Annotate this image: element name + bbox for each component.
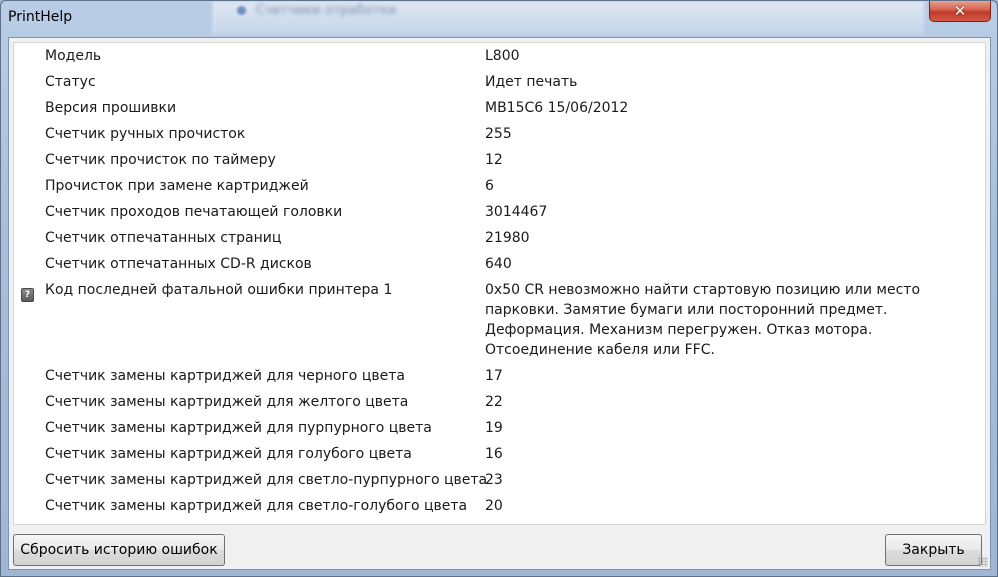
- property-name: Счетчик замены картриджей для голубого ц…: [45, 446, 412, 462]
- row-icon-cell: [21, 127, 35, 141]
- row-icon-cell: [21, 205, 35, 219]
- property-row[interactable]: Счетчик отпечатанных страниц 21980: [14, 225, 985, 251]
- property-value: 255: [485, 126, 512, 142]
- row-icon-cell: ?: [21, 283, 35, 302]
- property-value: MB15C6 15/06/2012: [485, 100, 629, 116]
- close-icon: ✕: [953, 2, 967, 20]
- property-value: 640: [485, 256, 512, 272]
- property-row[interactable]: Счетчик замены картриджей для пурпурного…: [14, 415, 985, 441]
- help-icon[interactable]: ?: [21, 288, 34, 302]
- property-value: 17: [485, 368, 503, 384]
- printhelp-window: Счетчики отработки PrintHelp ✕ Модель L80…: [0, 0, 998, 577]
- row-icon-cell: [21, 447, 35, 461]
- property-name: Счетчик отпечатанных страниц: [45, 230, 282, 246]
- property-value: 12: [485, 152, 503, 168]
- property-name: Счетчик замены картриджей для светло-пур…: [45, 472, 488, 488]
- row-icon-cell: [21, 395, 35, 409]
- property-name: Счетчик прочисток по таймеру: [45, 152, 276, 168]
- row-icon-cell: [21, 257, 35, 271]
- property-row[interactable]: ? Код последней фатальной ошибки принтера…: [14, 277, 985, 363]
- property-name: Счетчик отпечатанных CD-R дисков: [45, 256, 312, 272]
- window-title: PrintHelp: [8, 9, 73, 25]
- property-row[interactable]: Счетчик замены картриджей для черного цв…: [14, 363, 985, 389]
- row-icon-cell: [21, 369, 35, 383]
- property-name: Счетчик ручных прочисток: [45, 126, 246, 142]
- property-row[interactable]: Счетчик замены картриджей для желтого цв…: [14, 389, 985, 415]
- property-name: Счетчик замены картриджей для черного цв…: [45, 368, 405, 384]
- property-value: Идет печать: [485, 74, 578, 90]
- property-row[interactable]: Счетчик замены картриджей для светло-гол…: [14, 493, 985, 519]
- row-icon-cell: [21, 179, 35, 193]
- title-bar[interactable]: Счетчики отработки PrintHelp ✕: [1, 1, 997, 37]
- property-row[interactable]: Версия прошивки MB15C6 15/06/2012: [14, 95, 985, 121]
- property-value: 16: [485, 446, 503, 462]
- row-icon-cell: [21, 499, 35, 513]
- property-value: 22: [485, 394, 503, 410]
- property-row[interactable]: Счетчик прочисток по таймеру 12: [14, 147, 985, 173]
- property-name: Счетчик замены картриджей для светло-гол…: [45, 498, 468, 514]
- property-name: Модель: [45, 48, 102, 64]
- property-name: Счетчик проходов печатающей головки: [45, 204, 343, 220]
- property-value: L800: [485, 48, 520, 64]
- property-value: 3014467: [485, 204, 548, 220]
- property-name: Версия прошивки: [45, 100, 177, 116]
- row-icon-cell: [21, 101, 35, 115]
- property-row[interactable]: Счетчик ручных прочисток 255: [14, 121, 985, 147]
- row-icon-cell: [21, 153, 35, 167]
- property-name: Счетчик замены картриджей для пурпурного…: [45, 420, 432, 436]
- property-row[interactable]: Статус Идет печать: [14, 69, 985, 95]
- property-name: Серийный номер: [45, 522, 170, 524]
- property-row[interactable]: Счетчик замены картриджей для голубого ц…: [14, 441, 985, 467]
- property-row[interactable]: Счетчик замены картриджей для светло-пур…: [14, 467, 985, 493]
- row-icon-cell: [21, 231, 35, 245]
- background-window-title: Счетчики отработки: [256, 3, 397, 18]
- background-window-icon: [237, 6, 246, 15]
- property-row[interactable]: Модель L800: [14, 43, 985, 69]
- row-icon-cell: [21, 75, 35, 89]
- property-value: 20: [485, 498, 503, 514]
- resize-grip[interactable]: [978, 557, 988, 567]
- property-value: 23: [485, 472, 503, 488]
- property-value: 21980: [485, 230, 530, 246]
- row-icon-cell: [21, 473, 35, 487]
- property-name: Прочисток при замене картриджей: [45, 178, 309, 194]
- property-value: PKNK110768: [485, 522, 975, 524]
- close-button[interactable]: Закрыть: [885, 534, 982, 566]
- property-row[interactable]: Счетчик проходов печатающей головки 30144…: [14, 199, 985, 225]
- property-name: Код последней фатальной ошибки принтера …: [45, 282, 393, 298]
- property-name: Счетчик замены картриджей для желтого цв…: [45, 394, 409, 410]
- property-row[interactable]: Счетчик отпечатанных CD-R дисков 640: [14, 251, 985, 277]
- property-row[interactable]: Прочисток при замене картриджей 6: [14, 173, 985, 199]
- property-value: 0x50 CR невозможно найти стартовую позиц…: [485, 282, 921, 358]
- property-row[interactable]: Серийный номер PKNK110768: [14, 519, 985, 524]
- property-name: Статус: [45, 74, 96, 90]
- property-value: 6: [485, 178, 494, 194]
- properties-grid: Модель L800 Статус Идет печать Версия прошив…: [13, 42, 986, 525]
- window-close-button[interactable]: ✕: [929, 1, 991, 22]
- dialog-client-area: Модель L800 Статус Идет печать Версия прошив…: [8, 37, 991, 570]
- reset-error-history-button[interactable]: Сбросить историю ошибок: [13, 534, 225, 566]
- row-icon-cell: [21, 49, 35, 63]
- property-value: 19: [485, 420, 503, 436]
- row-icon-cell: [21, 421, 35, 435]
